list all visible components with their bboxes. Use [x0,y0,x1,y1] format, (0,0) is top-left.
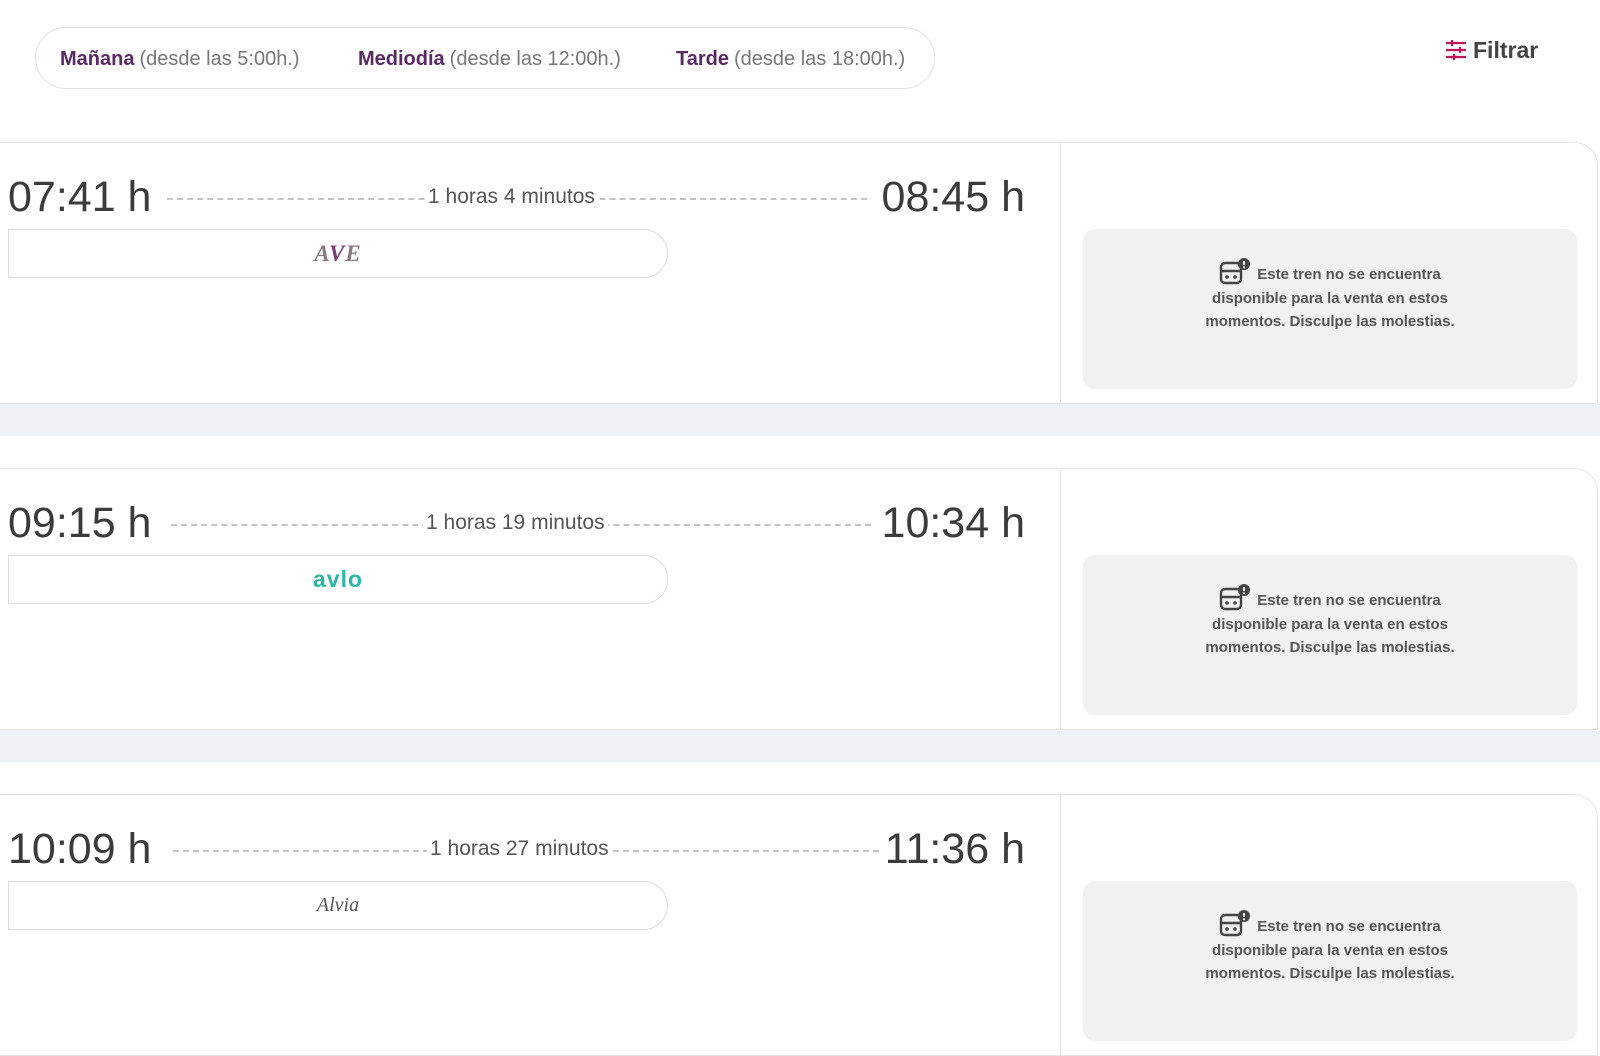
arrival-time: 11:36 h [884,825,1025,873]
filter-option-label: Tarde [676,47,729,70]
card-separator [0,404,1600,436]
alvia-logo: Alvia [316,894,360,916]
departure-time: 09:15 h [8,499,152,547]
journey-duration: 1 horas 27 minutos [427,837,612,861]
filter-button-label: Filtrar [1473,36,1539,63]
card-separator [0,730,1600,762]
train-alert-icon [1220,910,1251,937]
filter-option-afternoon[interactable]: Tarde (desde las 18:00h.) [676,28,905,90]
time-of-day-filter: Mañana (desde las 5:00h.) Mediodía (desd… [35,27,935,89]
filter-button[interactable]: Filtrar [1445,32,1538,68]
train-alert-icon [1220,258,1251,285]
ave-logo: AVE [314,240,362,266]
filter-option-hint: (desde las 5:00h.) [139,47,300,70]
sliders-icon [1446,40,1466,60]
filter-option-label: Mañana [60,47,135,70]
train-brand-badge: Alvia [8,881,668,930]
train-card[interactable]: 09:15 h 1 horas 19 minutos 10:34 h avlo … [0,468,1598,730]
departure-time: 07:41 h [8,173,152,221]
filter-option-label: Mediodía [358,47,445,70]
filter-option-midday[interactable]: Mediodía (desde las 12:00h.) [358,28,621,90]
arrival-time: 08:45 h [881,173,1025,221]
train-alert-icon [1220,584,1251,611]
avlo-logo: avlo [312,566,364,592]
filter-option-hint: (desde las 12:00h.) [449,47,621,70]
unavailable-notice: Este tren no se encuentra disponible par… [1083,881,1577,1041]
journey-duration: 1 horas 4 minutos [425,185,598,209]
filter-option-morning[interactable]: Mañana (desde las 5:00h.) [60,28,300,90]
unavailable-notice: Este tren no se encuentra disponible par… [1083,229,1577,389]
arrival-time: 10:34 h [881,499,1025,547]
filter-option-hint: (desde las 18:00h.) [733,47,906,70]
train-card[interactable]: 10:09 h 1 horas 27 minutos 11:36 h Alvia… [0,794,1598,1056]
train-brand-badge: AVE [8,229,668,278]
train-card[interactable]: 07:41 h 1 horas 4 minutos 08:45 h AVE Es… [0,142,1598,404]
card-divider [1060,143,1061,403]
journey-duration: 1 horas 19 minutos [423,511,608,535]
unavailable-notice: Este tren no se encuentra disponible par… [1083,555,1577,715]
departure-time: 10:09 h [8,825,152,873]
card-divider [1060,795,1061,1055]
card-divider [1060,469,1061,729]
train-brand-badge: avlo [8,555,668,604]
